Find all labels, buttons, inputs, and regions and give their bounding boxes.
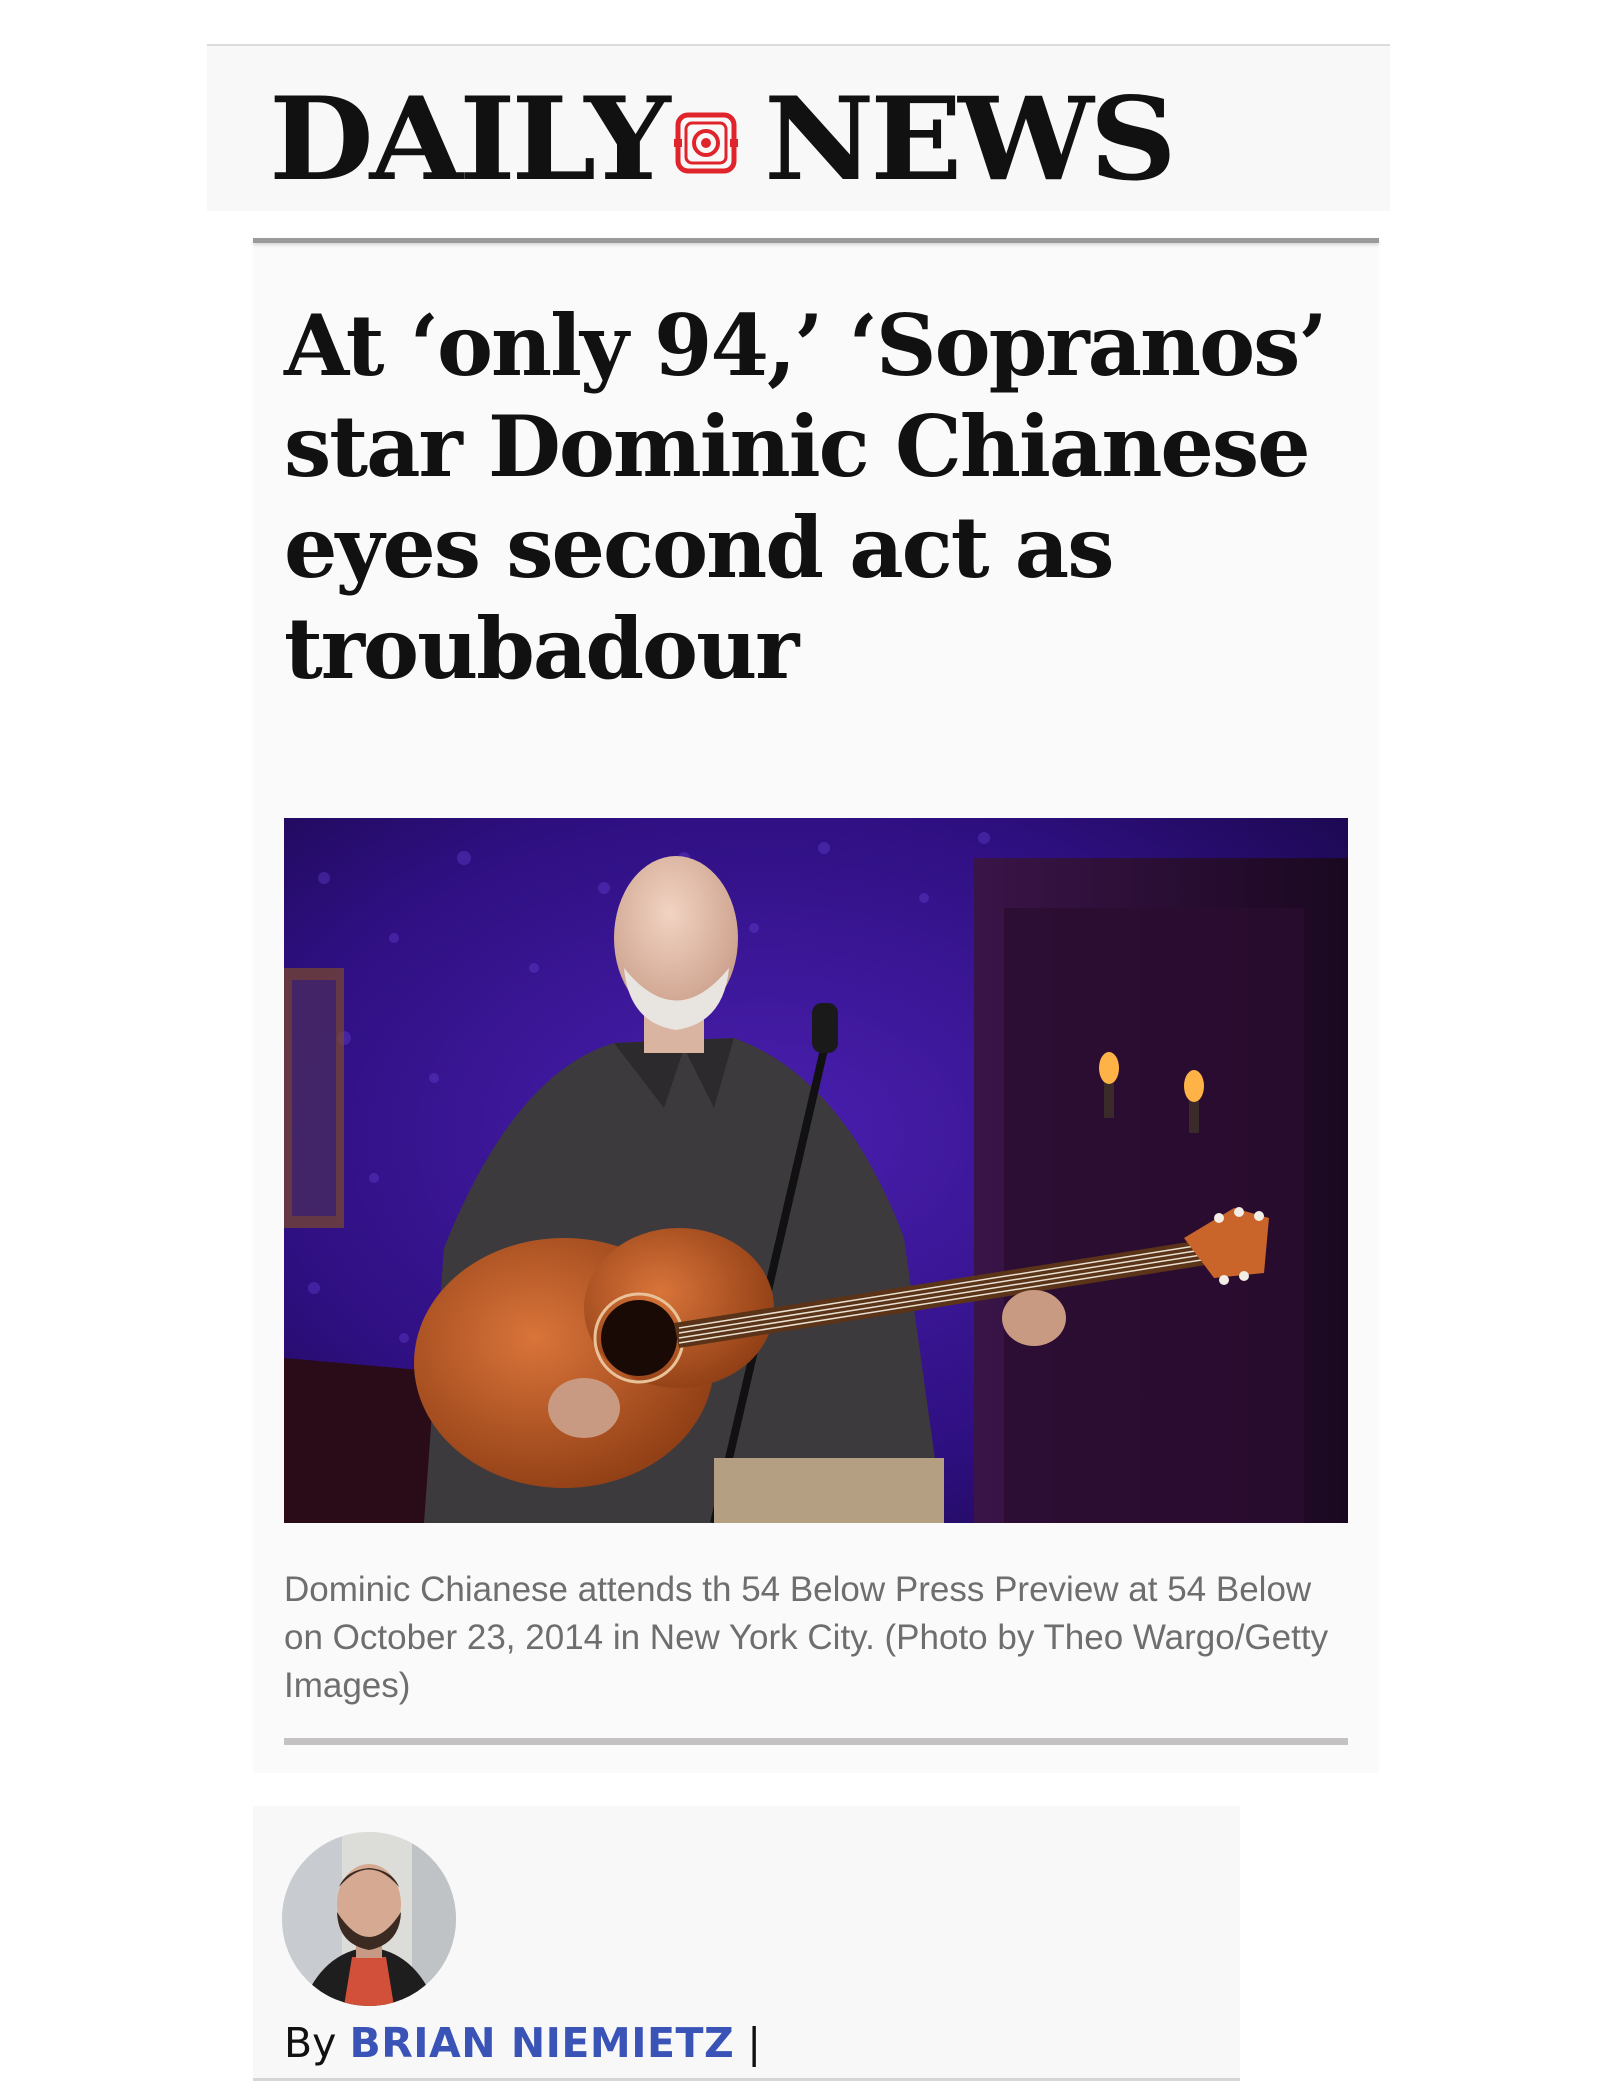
- article-photo[interactable]: [284, 818, 1348, 1523]
- guitarist-on-stage-photo: [284, 818, 1348, 1523]
- camera-logo-icon: [673, 111, 738, 175]
- byline-separator: |: [747, 2019, 762, 2067]
- masthead-logo[interactable]: DAILY NEWS: [269, 72, 1177, 206]
- byline: By BRIAN NIEMIETZ |: [284, 2018, 761, 2068]
- author-link[interactable]: BRIAN NIEMIETZ: [349, 2019, 734, 2067]
- header-divider: [253, 238, 1379, 243]
- caption-divider: [284, 1738, 1348, 1745]
- author-avatar[interactable]: [282, 1832, 456, 2006]
- masthead-word-daily: DAILY: [269, 72, 671, 206]
- photo-caption: Dominic Chianese attends th 54 Below Pre…: [284, 1570, 1329, 1705]
- byline-divider: [253, 2078, 1240, 2081]
- author-portrait-photo: [282, 1832, 456, 2006]
- masthead-word-news: NEWS: [763, 72, 1177, 206]
- masthead: DAILY NEWS: [207, 44, 1390, 211]
- article-headline: At ‘only 94,’ ‘Sopranos’ star Dominic Ch…: [284, 296, 1328, 698]
- byline-prefix: By: [284, 2019, 337, 2067]
